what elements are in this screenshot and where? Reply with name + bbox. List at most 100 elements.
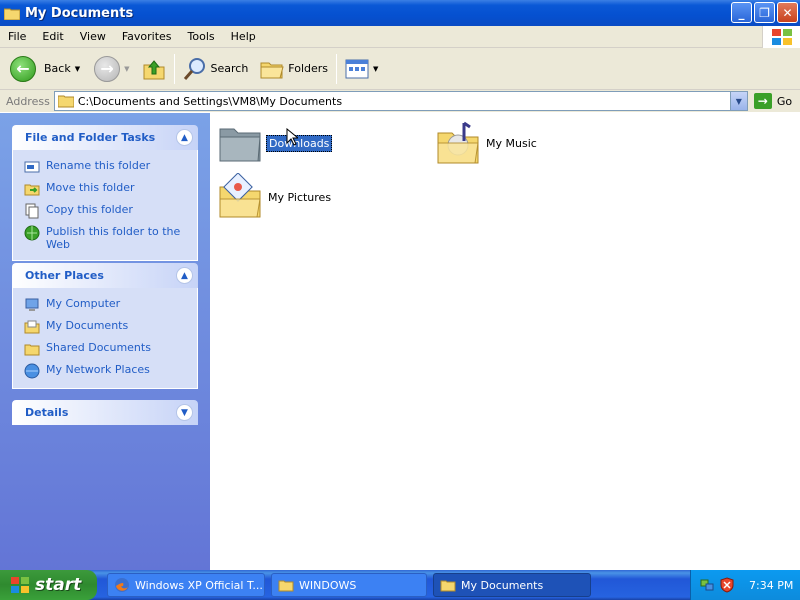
taskbar-button-firefox[interactable]: Windows XP Official T...: [107, 573, 265, 597]
folder-icon: [24, 344, 40, 356]
expand-chevron-icon[interactable]: ▼: [176, 404, 193, 421]
task-label: Rename this folder: [46, 159, 151, 172]
folder-item-downloads[interactable]: Downloads: [216, 119, 333, 167]
search-button[interactable]: Search: [179, 51, 253, 87]
details-header[interactable]: Details ▼: [12, 400, 198, 425]
other-places-header[interactable]: Other Places ▲: [12, 263, 198, 288]
address-dropdown-icon[interactable]: ▼: [729, 92, 747, 110]
folders-icon: [260, 62, 284, 78]
menu-edit[interactable]: Edit: [34, 30, 71, 43]
windows-flag-icon: [11, 577, 29, 593]
music-folder-icon: [437, 121, 479, 164]
up-folder-button[interactable]: [138, 51, 170, 87]
rename-icon: [24, 161, 40, 173]
menu-tools[interactable]: Tools: [180, 30, 223, 43]
title-bar[interactable]: My Documents _ ❐ ✕: [0, 0, 800, 26]
pictures-folder-icon: [219, 173, 261, 218]
panel-title: Details: [25, 406, 69, 419]
task-label: Move this folder: [46, 181, 135, 194]
go-button[interactable]: → Go: [753, 93, 793, 109]
network-icon: [24, 363, 40, 379]
mouse-cursor-icon: [286, 128, 298, 146]
back-button[interactable]: ← Back ▼: [6, 51, 84, 87]
folder-icon: [278, 580, 294, 592]
views-dropdown-icon[interactable]: ▼: [373, 65, 378, 73]
taskbar-button-label: Windows XP Official T...: [135, 578, 263, 592]
folder-icon: [57, 95, 74, 108]
maximize-button[interactable]: ❐: [754, 2, 775, 23]
item-label: My Pictures: [268, 190, 332, 204]
menu-file[interactable]: File: [0, 30, 34, 43]
address-value: C:\Documents and Settings\VM8\My Documen…: [77, 94, 343, 108]
start-label: start: [35, 575, 82, 595]
task-move-folder[interactable]: Move this folder: [24, 178, 197, 200]
menu-favorites[interactable]: Favorites: [114, 30, 180, 43]
panel-title: Other Places: [25, 269, 104, 282]
toolbar-separator: [173, 53, 175, 84]
forward-arrow-icon: →: [94, 55, 121, 82]
taskbar-button-windows[interactable]: WINDOWS: [271, 573, 427, 597]
window-title: My Documents: [25, 5, 134, 21]
go-label: Go: [776, 94, 793, 108]
collapse-chevron-icon[interactable]: ▲: [176, 129, 193, 146]
place-label: Shared Documents: [46, 341, 151, 354]
back-dropdown-icon[interactable]: ▼: [75, 65, 80, 73]
system-tray: 7:34 PM: [690, 570, 800, 600]
place-shared-documents[interactable]: Shared Documents: [24, 338, 197, 360]
task-publish-web[interactable]: Publish this folder to the Web: [24, 222, 197, 254]
forward-button[interactable]: → ▼: [90, 51, 133, 87]
place-label: My Computer: [46, 297, 121, 310]
views-icon: [345, 59, 369, 78]
address-bar: Address C:\Documents and Settings\VM8\My…: [0, 90, 800, 112]
go-arrow-icon: →: [753, 93, 772, 109]
publish-web-icon: [24, 225, 40, 241]
forward-dropdown-icon[interactable]: ▼: [124, 65, 129, 73]
collapse-chevron-icon[interactable]: ▲: [176, 267, 193, 284]
folder-item-my-pictures[interactable]: My Pictures: [216, 173, 333, 221]
item-label: My Music: [486, 136, 537, 150]
panel-title: File and Folder Tasks: [25, 131, 156, 144]
task-copy-folder[interactable]: Copy this folder: [24, 200, 197, 222]
network-status-icon[interactable]: [699, 577, 715, 593]
taskbar-button-label: WINDOWS: [299, 578, 357, 592]
folder-gray-icon: [219, 128, 261, 162]
up-folder-icon: [143, 59, 164, 79]
place-label: My Network Places: [46, 363, 150, 376]
folders-label: Folders: [288, 62, 329, 75]
menu-help[interactable]: Help: [223, 30, 264, 43]
close-button[interactable]: ✕: [777, 2, 798, 23]
folders-button[interactable]: Folders: [256, 51, 332, 87]
other-places-panel: Other Places ▲ My Computer My Documents …: [12, 263, 198, 389]
start-button[interactable]: start: [0, 570, 97, 600]
item-label: Downloads: [266, 134, 333, 152]
place-my-documents[interactable]: My Documents: [24, 316, 197, 338]
folder-icon: [440, 580, 456, 592]
address-input[interactable]: C:\Documents and Settings\VM8\My Documen…: [53, 91, 748, 111]
file-view[interactable]: Downloads My Music My Pictures: [210, 113, 800, 570]
file-folder-tasks-header[interactable]: File and Folder Tasks ▲: [12, 125, 198, 150]
views-button[interactable]: ▼: [341, 51, 382, 87]
task-label: Publish this folder to the Web: [46, 225, 181, 251]
task-label: Copy this folder: [46, 203, 133, 216]
back-label: Back: [44, 62, 71, 75]
details-panel: Details ▼: [12, 400, 198, 425]
folder-item-my-music[interactable]: My Music: [434, 119, 539, 167]
place-my-computer[interactable]: My Computer: [24, 294, 197, 316]
task-rename-folder[interactable]: Rename this folder: [24, 156, 197, 178]
computer-icon: [25, 298, 39, 311]
folder-icon: [4, 8, 20, 20]
search-label: Search: [210, 62, 249, 75]
firefox-icon: [115, 578, 129, 592]
minimize-button[interactable]: _: [731, 2, 752, 23]
documents-icon: [24, 320, 40, 334]
taskbar-button-label: My Documents: [461, 578, 544, 592]
task-pane: File and Folder Tasks ▲ Rename this fold…: [0, 113, 210, 570]
address-label: Address: [6, 94, 50, 108]
taskbar-button-my-documents[interactable]: My Documents: [433, 573, 591, 597]
menu-view[interactable]: View: [72, 30, 114, 43]
move-icon: [24, 184, 40, 196]
taskbar: start Windows XP Official T... WINDOWS M…: [0, 570, 800, 600]
security-shield-icon[interactable]: [719, 577, 735, 593]
toolbar: ← Back ▼ → ▼ Search Folders ▼: [0, 48, 800, 90]
place-network-places[interactable]: My Network Places: [24, 360, 197, 382]
